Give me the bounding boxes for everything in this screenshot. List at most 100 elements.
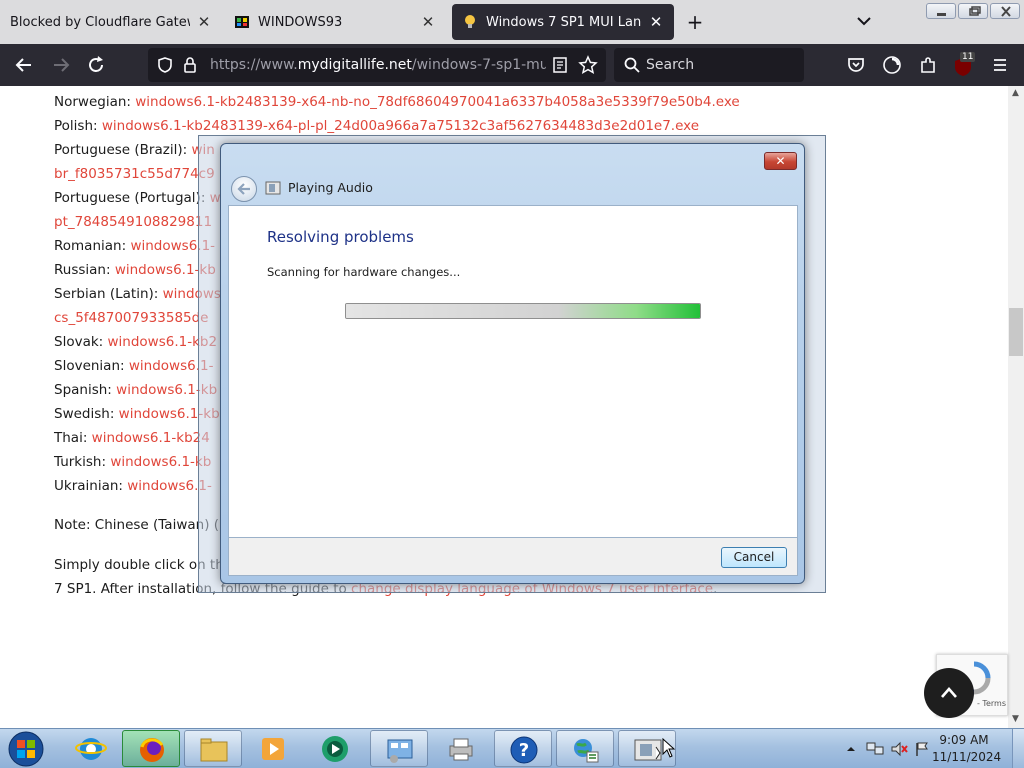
- taskbar-control-panel[interactable]: [370, 730, 428, 767]
- tab-title: WINDOWS93: [258, 14, 343, 30]
- folder-icon: [200, 738, 228, 762]
- reload-icon[interactable]: [86, 55, 106, 75]
- close-icon: [1001, 6, 1011, 17]
- list-item: Ukrainian: windows6.1-: [54, 478, 212, 494]
- tab-windows7-mui[interactable]: Windows 7 SP1 MUI Language ✕: [452, 4, 674, 40]
- taskbar-media-player[interactable]: [244, 730, 302, 767]
- list-item: Swedish: windows6.1-kb: [54, 406, 220, 422]
- tab-close-icon[interactable]: ✕: [648, 13, 664, 31]
- taskbar-devices-printers[interactable]: [432, 730, 490, 767]
- language-label: Thai:: [54, 430, 92, 446]
- ublock-extension-button[interactable]: 11: [952, 52, 976, 78]
- scroll-up-arrow-icon[interactable]: ▲: [1012, 88, 1019, 98]
- list-item: Portuguese (Portugal): w: [54, 190, 221, 206]
- taskbar-windows-media-center[interactable]: [306, 730, 364, 767]
- list-item: Romanian: windows6.1-: [54, 238, 215, 254]
- tab-title: Blocked by Cloudflare Gateway: [10, 14, 190, 30]
- download-link[interactable]: br_f8035731c55d774c9: [54, 166, 215, 182]
- shield-icon[interactable]: [156, 56, 174, 74]
- language-label: Polish:: [54, 118, 102, 134]
- media-center-icon: [322, 736, 348, 762]
- dialog-content-panel: Resolving problems Scanning for hardware…: [228, 205, 798, 538]
- troubleshooter-window-icon: [634, 739, 662, 761]
- list-item: Portuguese (Brazil): win: [54, 142, 215, 158]
- reader-view-icon[interactable]: [552, 56, 568, 74]
- svg-text:?: ?: [519, 740, 529, 761]
- search-bar[interactable]: Search: [614, 48, 804, 82]
- show-hidden-icons-arrow-icon[interactable]: [846, 744, 856, 754]
- list-item: cs_5f487007933585de: [54, 310, 209, 326]
- download-link[interactable]: pt_7848549108829811: [54, 214, 212, 230]
- forward-arrow-icon[interactable]: [51, 55, 71, 75]
- extensions-puzzle-icon[interactable]: [918, 55, 938, 75]
- page-scrollbar[interactable]: ▲ ▼: [1008, 86, 1024, 728]
- dialog-status-text: Scanning for hardware changes...: [267, 265, 461, 279]
- dialog-heading: Resolving problems: [267, 228, 414, 246]
- window-close-button[interactable]: [990, 3, 1020, 19]
- restore-button[interactable]: [958, 3, 988, 19]
- taskbar-firefox[interactable]: [122, 730, 180, 767]
- download-link[interactable]: windows6.1-kb2483139-x64-pl-pl_24d00a966…: [102, 118, 699, 134]
- language-label: Swedish:: [54, 406, 119, 422]
- url-text[interactable]: https://www.mydigitallife.net/windows-7-…: [210, 57, 546, 73]
- taskbar-network-troubleshooter[interactable]: [556, 730, 614, 767]
- taskbar-file-explorer[interactable]: [184, 730, 242, 767]
- minimize-button[interactable]: [926, 3, 956, 19]
- tab-close-icon[interactable]: ✕: [420, 13, 436, 31]
- bookmark-star-icon[interactable]: [578, 55, 598, 75]
- language-label: Portuguese (Brazil):: [54, 142, 192, 158]
- download-link[interactable]: windows6.1-kb2483139-x64-nb-no_78df68604…: [135, 94, 739, 110]
- dialog-close-button[interactable]: ✕: [764, 152, 797, 170]
- language-label: Russian:: [54, 262, 115, 278]
- scroll-down-arrow-icon[interactable]: ▼: [1012, 714, 1019, 724]
- pocket-icon[interactable]: [846, 55, 866, 75]
- address-bar[interactable]: https://www.mydigitallife.net/windows-7-…: [148, 48, 606, 82]
- minimize-icon: [937, 13, 946, 16]
- system-tray: 9:09 AM 11/11/2024: [842, 729, 1024, 768]
- account-icon[interactable]: [882, 55, 902, 75]
- language-label: Romanian:: [54, 238, 131, 254]
- help-question-icon: ?: [510, 736, 538, 764]
- hamburger-menu-icon[interactable]: [990, 55, 1010, 75]
- chevron-down-icon[interactable]: [855, 12, 873, 30]
- back-to-top-button[interactable]: [924, 668, 974, 718]
- list-item: pt_7848549108829811: [54, 214, 212, 230]
- list-item: Spanish: windows6.1-kb: [54, 382, 217, 398]
- show-desktop-button[interactable]: [1012, 729, 1024, 768]
- clock-date[interactable]: 11/11/2024: [932, 750, 1001, 764]
- back-arrow-icon[interactable]: [14, 55, 34, 75]
- scroll-thumb[interactable]: [1009, 308, 1023, 356]
- action-center-flag-icon[interactable]: [914, 741, 930, 757]
- restore-icon: [969, 6, 981, 16]
- list-item: Norwegian: windows6.1-kb2483139-x64-nb-n…: [54, 94, 740, 110]
- tab-close-icon[interactable]: ✕: [196, 13, 212, 31]
- list-item: Slovak: windows6.1-kb2: [54, 334, 217, 350]
- cancel-button[interactable]: Cancel: [721, 547, 787, 568]
- extension-badge: 11: [960, 52, 976, 62]
- tab-windows93[interactable]: WINDOWS93 ✕: [224, 4, 446, 40]
- chevron-up-icon: [941, 687, 957, 698]
- internet-explorer-icon: [75, 738, 107, 760]
- download-link[interactable]: windows6.1-kb: [110, 454, 211, 470]
- lock-icon[interactable]: [182, 56, 198, 74]
- tab-blocked-by-cloudflare[interactable]: Blocked by Cloudflare Gateway ✕: [0, 4, 222, 40]
- url-path: /windows-7-sp1-mui-lang: [411, 57, 546, 73]
- language-label: Norwegian:: [54, 94, 136, 110]
- download-link[interactable]: windows6.1-kb24: [92, 430, 210, 446]
- volume-muted-icon[interactable]: [890, 741, 908, 757]
- search-icon: [624, 57, 640, 73]
- list-item: Russian: windows6.1-kb: [54, 262, 216, 278]
- firefox-icon: [140, 738, 164, 762]
- download-link[interactable]: cs_5f487007933585de: [54, 310, 209, 326]
- taskbar-help-support[interactable]: ?: [494, 730, 552, 767]
- recaptcha-terms-link[interactable]: - Terms: [977, 699, 1006, 708]
- dialog-back-button[interactable]: [231, 176, 257, 202]
- network-icon[interactable]: [866, 741, 884, 757]
- windows-start-orb-icon[interactable]: [6, 730, 46, 768]
- list-item: Slovenian: windows6.1-: [54, 358, 213, 374]
- tab-title: Windows 7 SP1 MUI Language: [486, 14, 642, 30]
- new-tab-button[interactable]: +: [684, 12, 706, 34]
- printer-icon: [449, 738, 473, 761]
- clock-time[interactable]: 9:09 AM: [932, 733, 996, 747]
- taskbar-internet-explorer[interactable]: [62, 730, 120, 767]
